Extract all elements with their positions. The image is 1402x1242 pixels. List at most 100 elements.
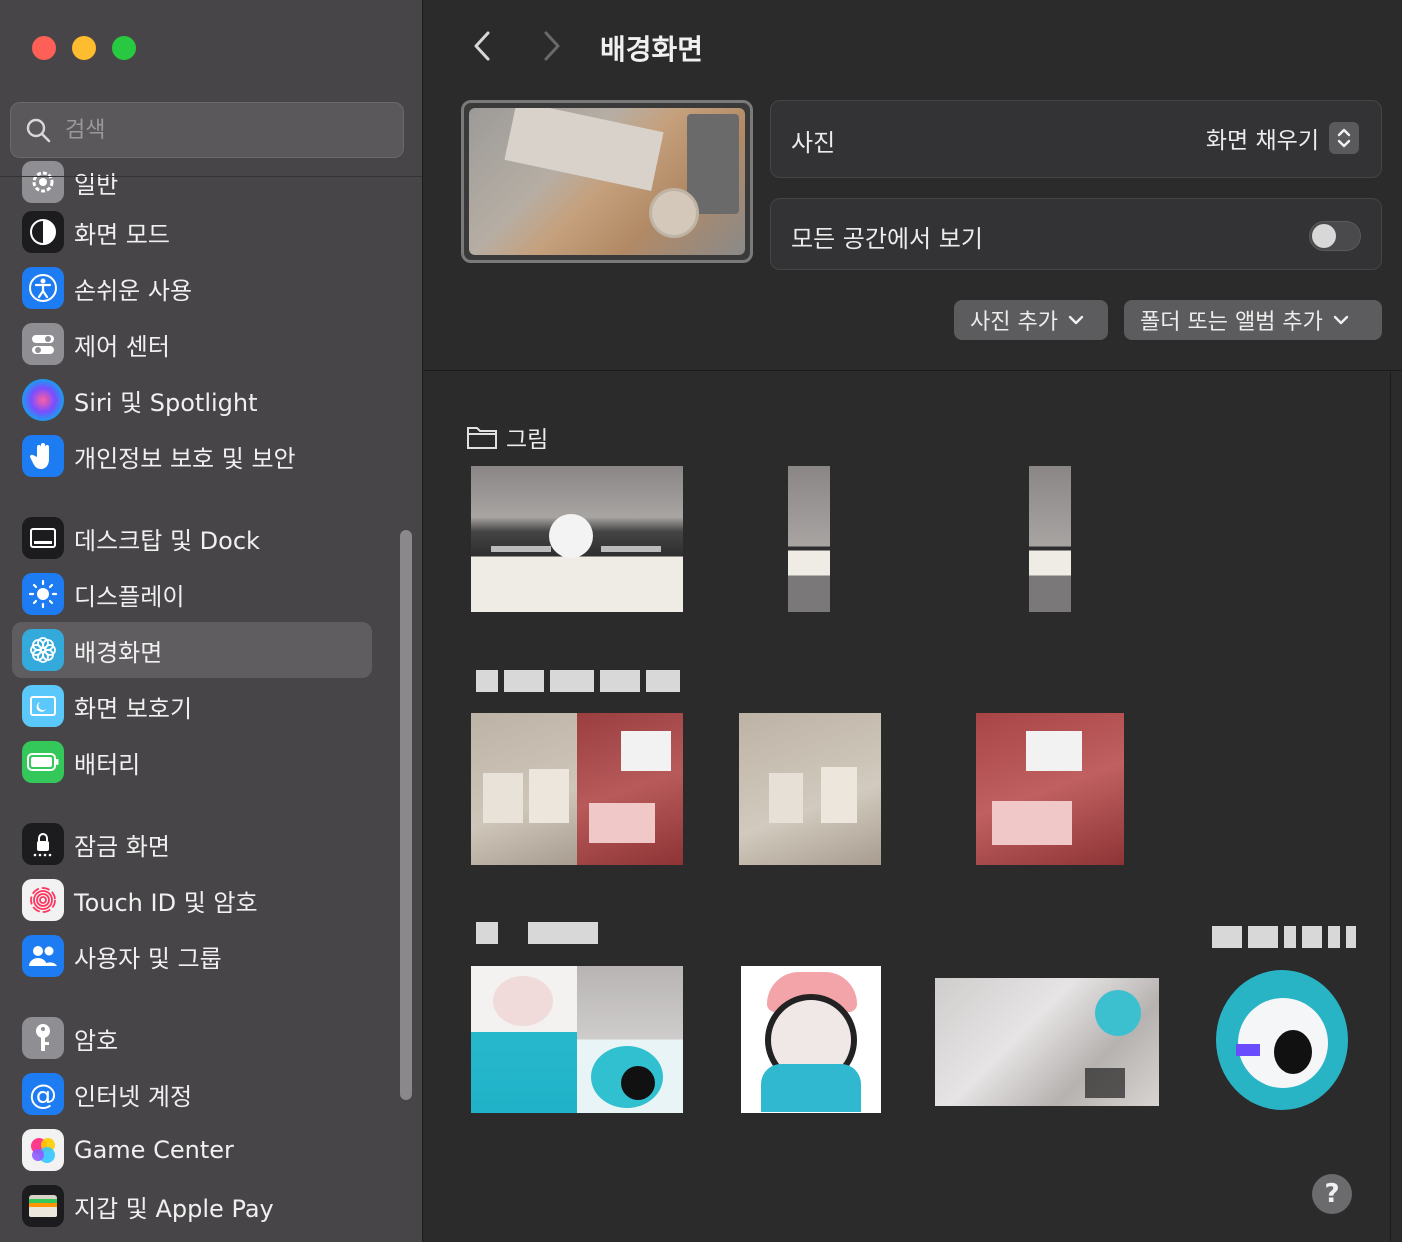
- appearance-icon: [22, 211, 64, 253]
- photo-options-card: 사진 화면 채우기: [770, 100, 1382, 178]
- sidebar-item-wallet[interactable]: 지갑 및 Apple Pay: [12, 1178, 372, 1234]
- all-spaces-toggle[interactable]: [1309, 221, 1361, 251]
- minimize-button[interactable]: [72, 36, 96, 60]
- wallpaper-thumbnail[interactable]: [1029, 466, 1071, 612]
- add-folder-button[interactable]: 폴더 또는 앨범 추가: [1124, 300, 1382, 340]
- sidebar-item-label: 사용자 및 그룹: [74, 944, 222, 973]
- sidebar-item-passwords[interactable]: 암호: [12, 1010, 372, 1066]
- key-icon: [22, 1017, 64, 1059]
- photo-label: 사진: [791, 129, 836, 157]
- section-title-redacted: [476, 668, 680, 694]
- chevron-down-icon: [1068, 315, 1084, 325]
- sidebar-item-label: 화면 모드: [74, 220, 170, 249]
- main-pane: 배경화면 사진 화면 채우기 모든 공간에서 보기 사진 추가 폴더 또는 앨범…: [424, 0, 1402, 1242]
- sidebar-item-privacy[interactable]: 개인정보 보호 및 보안: [12, 428, 372, 484]
- add-photo-button[interactable]: 사진 추가: [954, 300, 1108, 340]
- sidebar-item-users[interactable]: 사용자 및 그룹: [12, 928, 372, 984]
- wallpaper-preview-image: [469, 108, 745, 255]
- page-title: 배경화면: [600, 33, 704, 66]
- sidebar: 일반 화면 모드 손쉬운 사용 제어 센터 Siri 및 Spotlight: [0, 0, 423, 1242]
- sidebar-item-label: 손쉬운 사용: [74, 276, 193, 305]
- help-button[interactable]: ?: [1312, 1174, 1352, 1214]
- sidebar-item-wallpaper[interactable]: 배경화면: [12, 622, 372, 678]
- sidebar-item-label: 디스플레이: [74, 582, 185, 611]
- toggle-knob: [1312, 224, 1336, 248]
- all-spaces-card: 모든 공간에서 보기: [770, 198, 1382, 270]
- sidebar-item-label: 데스크탑 및 Dock: [74, 526, 260, 555]
- sidebar-item-desktop-dock[interactable]: 데스크탑 및 Dock: [12, 510, 372, 566]
- sidebar-item-battery[interactable]: 배터리: [12, 734, 372, 790]
- sidebar-item-label: Touch ID 및 암호: [74, 888, 258, 917]
- accessibility-icon: [22, 267, 64, 309]
- sidebar-item-label: 화면 보호기: [74, 694, 193, 723]
- search-input[interactable]: [65, 117, 365, 143]
- back-button[interactable]: [464, 28, 500, 64]
- wallpaper-thumbnail[interactable]: [788, 466, 830, 612]
- sidebar-divider: [0, 176, 422, 177]
- section-title-pictures: 그림: [466, 420, 548, 454]
- sidebar-item-label: 개인정보 보호 및 보안: [74, 444, 296, 473]
- sidebar-item-displays[interactable]: 디스플레이: [12, 566, 372, 622]
- forward-button[interactable]: [534, 28, 570, 64]
- sidebar-item-accessibility[interactable]: 손쉬운 사용: [12, 260, 372, 316]
- folder-icon: [467, 427, 497, 449]
- sun-icon: [22, 573, 64, 615]
- zoom-button[interactable]: [112, 36, 136, 60]
- fit-option-value: 화면 채우기: [1205, 128, 1319, 154]
- add-folder-label: 폴더 또는 앨범 추가: [1140, 310, 1323, 335]
- wallpaper-thumbnail[interactable]: [471, 966, 683, 1113]
- search-field[interactable]: [10, 102, 404, 158]
- sidebar-item-label: 잠금 화면: [74, 832, 170, 861]
- sidebar-item-label: 지갑 및 Apple Pay: [74, 1194, 274, 1223]
- add-photo-label: 사진 추가: [970, 310, 1058, 335]
- sidebar-item-touch-id[interactable]: Touch ID 및 암호: [12, 872, 372, 928]
- sidebar-item-label: Siri 및 Spotlight: [74, 388, 258, 417]
- chevron-down-icon: [1333, 315, 1349, 325]
- sidebar-item-label: 배경화면: [74, 638, 163, 667]
- fingerprint-icon: [22, 879, 64, 921]
- wallpaper-thumbnail[interactable]: [471, 466, 683, 612]
- sidebar-item-control-center[interactable]: 제어 센터: [12, 316, 372, 372]
- sidebar-item-label: Game Center: [74, 1136, 234, 1164]
- sidebar-item-label: 제어 센터: [74, 332, 170, 361]
- toolbar: 배경화면: [424, 0, 1402, 92]
- sidebar-item-siri[interactable]: Siri 및 Spotlight: [12, 372, 372, 428]
- sidebar-item-general[interactable]: 일반: [12, 154, 372, 210]
- sidebar-item-label: 암호: [74, 1026, 119, 1055]
- at-icon: @: [22, 1073, 64, 1115]
- close-button[interactable]: [32, 36, 56, 60]
- preview-cup: [649, 188, 699, 238]
- wallpaper-thumbnail[interactable]: [935, 978, 1159, 1106]
- section-title-label: 그림: [506, 427, 549, 453]
- wallpaper-thumbnail[interactable]: [741, 966, 881, 1113]
- updown-chevron-icon: [1329, 122, 1359, 154]
- fit-option-popup[interactable]: 화면 채우기: [1206, 121, 1359, 155]
- game-center-icon: [22, 1129, 64, 1171]
- sidebar-item-lock-screen[interactable]: 잠금 화면: [12, 816, 372, 872]
- preview-notebook: [504, 108, 664, 191]
- sidebar-item-game-center[interactable]: Game Center: [12, 1122, 372, 1178]
- users-icon: [22, 935, 64, 977]
- sidebar-item-internet-accounts[interactable]: @ 인터넷 계정: [12, 1066, 372, 1122]
- lock-icon: [22, 823, 64, 865]
- wallpaper-thumbnail[interactable]: [739, 713, 881, 865]
- wallpaper-thumbnail[interactable]: [976, 713, 1124, 865]
- wallpaper-thumbnail[interactable]: [1212, 968, 1350, 1113]
- sidebar-item-label: 배터리: [74, 750, 141, 779]
- sidebar-item-appearance[interactable]: 화면 모드: [12, 204, 372, 260]
- dock-icon: [22, 517, 64, 559]
- wallpaper-thumbnail[interactable]: [471, 713, 683, 865]
- battery-icon: [22, 741, 64, 783]
- sidebar-item-screensaver[interactable]: 화면 보호기: [12, 678, 372, 734]
- sidebar-item-label: 일반: [74, 170, 119, 199]
- gear-icon: [22, 161, 64, 203]
- chevron-left-icon: [474, 31, 490, 61]
- sidebar-item-label: 인터넷 계정: [74, 1082, 193, 1111]
- section-title-redacted: [476, 920, 598, 946]
- main-divider: [424, 370, 1402, 371]
- content-scrollbar-track: [1390, 372, 1391, 1242]
- control-center-icon: [22, 323, 64, 365]
- sidebar-scrollbar[interactable]: [400, 530, 412, 1100]
- current-wallpaper-preview: [461, 100, 753, 263]
- section-subtitle-redacted: [1212, 924, 1356, 950]
